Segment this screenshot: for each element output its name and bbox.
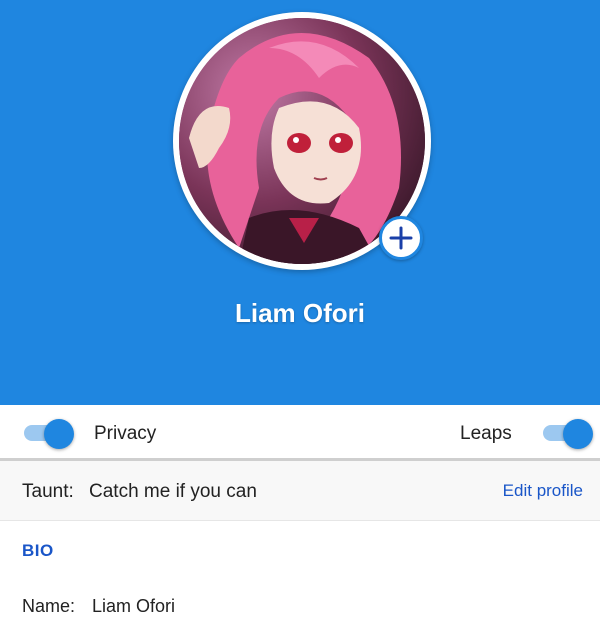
taunt-value: Catch me if you can [89,481,257,502]
toggles-row: Privacy Leaps [0,405,600,461]
edit-profile-link[interactable]: Edit profile [503,481,583,501]
privacy-toggle[interactable] [24,419,76,449]
profile-header: Liam Ofori [0,0,600,405]
leaps-toggle-knob [563,419,593,449]
bio-section-title: BIO [22,541,54,560]
leaps-toggle[interactable] [543,419,595,449]
privacy-toggle-knob [44,419,74,449]
privacy-label: Privacy [94,423,157,444]
bio-name-value: Liam Ofori [92,596,176,616]
bio-name-label: Name: [22,596,76,616]
leaps-label: Leaps [460,423,512,444]
add-photo-button[interactable] [379,216,423,260]
plus-icon [389,226,413,250]
taunt-row: Taunt: Catch me if you can Edit profile [0,461,600,521]
taunt-label: Taunt: [22,481,74,502]
profile-name: Liam Ofori [234,298,365,328]
